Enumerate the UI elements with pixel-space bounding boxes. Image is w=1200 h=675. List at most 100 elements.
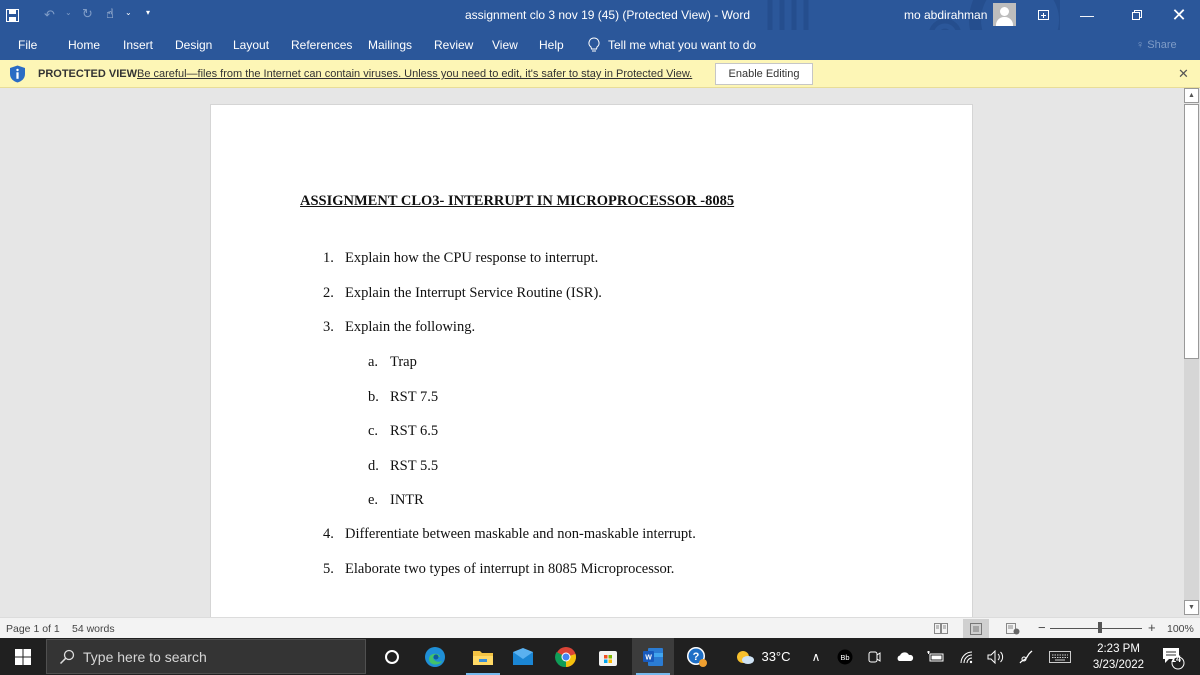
question-number: 3. [323, 319, 334, 335]
file-explorer-icon [473, 650, 493, 665]
restore-icon [1132, 10, 1142, 20]
user-name[interactable]: mo abdirahman [904, 8, 987, 22]
sub-item-letter: e. [368, 492, 379, 508]
show-hidden-icons-button[interactable]: ∧ [806, 638, 826, 675]
minimize-button[interactable]: — [1067, 0, 1107, 30]
clock-date: 3/23/2022 [1092, 659, 1145, 671]
weather-temperature: 33°C [761, 649, 791, 664]
undo-dropdown-icon[interactable]: ⌄ [65, 8, 72, 17]
notification-count: 14 [1171, 654, 1182, 664]
action-center-button[interactable]: 14 [1158, 638, 1188, 675]
web-layout-button[interactable] [1000, 619, 1026, 638]
tab-mailings[interactable]: Mailings [368, 38, 412, 52]
tell-me-search[interactable]: Tell me what you want to do [588, 37, 756, 53]
svg-text:Bb: Bb [840, 653, 849, 662]
page-count[interactable]: Page 1 of 1 [6, 623, 60, 635]
print-layout-button[interactable] [963, 619, 989, 638]
ribbon-display-options-button[interactable] [1023, 0, 1063, 30]
avatar[interactable] [993, 3, 1016, 26]
svg-text:?: ? [693, 651, 700, 663]
redo-icon[interactable]: ↻ [82, 6, 93, 22]
touch-mode-icon[interactable]: ☝ [106, 6, 114, 22]
start-button[interactable] [0, 638, 45, 675]
taskbar-app-help[interactable]: ? [676, 638, 718, 675]
network-button[interactable] [956, 638, 978, 675]
zoom-slider[interactable] [1050, 628, 1142, 629]
undo-icon[interactable]: ↶ [44, 7, 55, 23]
protected-view-bar: PROTECTED VIEW Be careful—files from the… [0, 60, 1200, 88]
taskbar-app-file-explorer[interactable] [462, 638, 504, 675]
touch-keyboard-button[interactable] [1045, 638, 1075, 675]
taskbar-app-microsoft-store[interactable] [587, 638, 629, 675]
beats-icon: Bb [837, 649, 853, 664]
scrollbar-thumb[interactable] [1184, 104, 1199, 359]
tab-layout[interactable]: Layout [233, 38, 269, 52]
speaker-icon [987, 649, 1004, 664]
taskbar-app-mail[interactable] [502, 638, 544, 675]
lightbulb-icon [588, 37, 600, 52]
tab-design[interactable]: Design [175, 38, 212, 52]
document-page[interactable]: ASSIGNMENT CLO3- INTERRUPT IN MICROPROCE… [210, 104, 973, 617]
taskbar-app-chrome[interactable] [545, 638, 587, 675]
save-icon[interactable] [4, 7, 20, 23]
tab-review[interactable]: Review [434, 38, 473, 52]
sub-item-letter: c. [368, 423, 379, 439]
weather-widget[interactable]: 33°C [733, 638, 793, 675]
tab-home[interactable]: Home [68, 38, 100, 52]
document-title: ASSIGNMENT CLO3- INTERRUPT IN MICROPROCE… [300, 193, 735, 209]
taskbar-app-word[interactable]: W [632, 638, 674, 675]
question-text: Explain how the CPU response to interrup… [345, 250, 599, 266]
restore-button[interactable] [1117, 0, 1157, 30]
meet-now-button[interactable] [864, 638, 884, 675]
windows-logo-icon [14, 648, 31, 665]
customize-qat-icon[interactable]: ▾ [146, 8, 150, 17]
zoom-in-icon[interactable]: + [1148, 620, 1156, 635]
pen-workspace-button[interactable] [1015, 638, 1037, 675]
protected-view-message-link[interactable]: Be careful—files from the Internet can c… [137, 68, 692, 80]
battery-button[interactable] [925, 638, 947, 675]
edge-icon [425, 646, 445, 667]
tab-help[interactable]: Help [539, 38, 564, 52]
zoom-out-icon[interactable]: − [1038, 620, 1046, 635]
enable-editing-button[interactable]: Enable Editing [715, 63, 813, 85]
share-button[interactable]: ♀ Share [1136, 39, 1177, 51]
close-icon: ✕ [1171, 4, 1187, 25]
read-mode-button[interactable] [928, 619, 954, 638]
taskbar-search-input[interactable]: Type here to search [46, 639, 366, 674]
clock[interactable]: 2:23 PM 3/23/2022 [1086, 641, 1151, 673]
onedrive-button[interactable] [895, 638, 915, 675]
volume-button[interactable] [985, 638, 1007, 675]
question-text: Explain the following. [345, 319, 476, 335]
tray-app-icon[interactable]: Bb [835, 638, 855, 675]
document-area: ASSIGNMENT CLO3- INTERRUPT IN MICROPROCE… [0, 88, 1183, 617]
close-button[interactable]: ✕ [1159, 0, 1199, 30]
sub-item-text: RST 7.5 [390, 389, 439, 405]
question-number: 1. [323, 250, 334, 266]
scrollbar-track[interactable] [1184, 359, 1199, 600]
question-text: Explain the Interrupt Service Routine (I… [345, 285, 602, 301]
scroll-up-icon[interactable]: ▲ [1184, 88, 1199, 103]
tab-insert[interactable]: Insert [123, 38, 153, 52]
word-count[interactable]: 54 words [72, 623, 115, 635]
word-icon: W [643, 647, 663, 666]
question-text: Elaborate two types of interrupt in 8085… [345, 561, 675, 577]
zoom-slider-thumb[interactable] [1098, 622, 1102, 633]
ribbon-display-options-icon [1037, 10, 1049, 20]
close-protected-view-icon[interactable]: ✕ [1178, 66, 1189, 82]
protected-view-label: PROTECTED VIEW [38, 68, 138, 80]
zoom-level[interactable]: 100% [1167, 623, 1194, 635]
cortana-button[interactable] [371, 638, 413, 675]
tab-view[interactable]: View [492, 38, 518, 52]
camera-icon [868, 651, 881, 662]
tab-file[interactable]: File [18, 38, 37, 52]
touch-mode-dropdown-icon[interactable]: ⌄ [125, 8, 132, 17]
tab-references[interactable]: References [291, 38, 352, 52]
web-layout-icon [1006, 622, 1020, 634]
pen-icon [1019, 650, 1033, 663]
sub-item-letter: b. [368, 389, 379, 405]
print-layout-icon [970, 622, 982, 635]
scroll-down-icon[interactable]: ▼ [1184, 600, 1199, 615]
taskbar-app-edge[interactable] [414, 638, 456, 675]
vertical-scrollbar[interactable]: ▲ ▼ [1183, 88, 1200, 617]
person-icon: ♀ [1136, 39, 1145, 51]
